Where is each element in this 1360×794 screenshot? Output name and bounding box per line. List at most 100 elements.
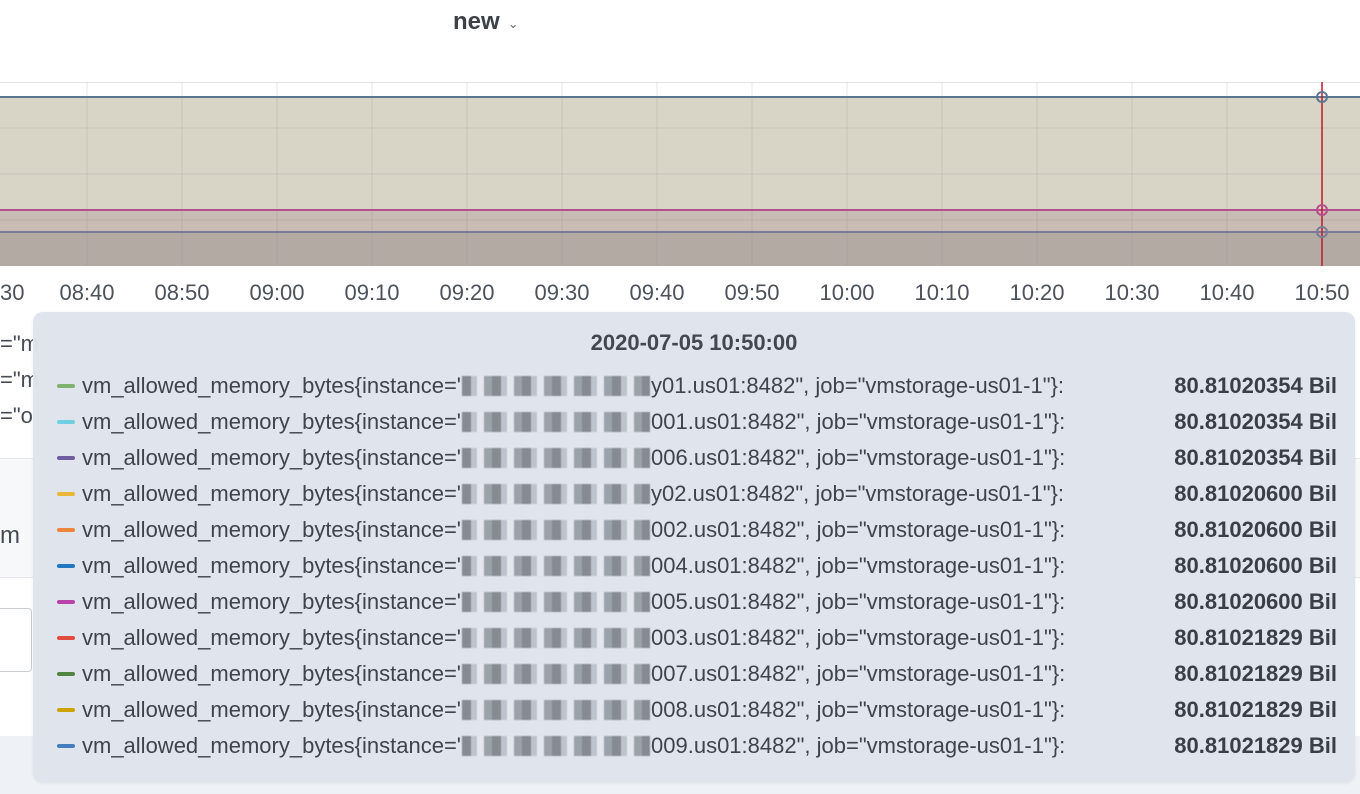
series-color-swatch xyxy=(57,384,75,388)
series-color-swatch xyxy=(57,600,75,604)
tooltip-row: vm_allowed_memory_bytes{instance=' 007.us… xyxy=(57,656,1337,692)
series-name: vm_allowed_memory_bytes{instance=' 007.us… xyxy=(82,661,1065,687)
series-name: vm_allowed_memory_bytes{instance=' 005.us… xyxy=(82,589,1065,615)
series-name-suffix: y02.us01:8482", job="vmstorage-us01-1"}: xyxy=(651,481,1064,506)
x-tick-label: 10:50 xyxy=(1294,280,1350,305)
series-name: vm_allowed_memory_bytes{instance=' y02.us… xyxy=(82,481,1064,507)
x-tick-label: 09:00 xyxy=(249,280,305,305)
redacted-hostname xyxy=(462,376,651,396)
series-name-suffix: y01.us01:8482", job="vmstorage-us01-1"}: xyxy=(651,373,1064,398)
tooltip-row: vm_allowed_memory_bytes{instance=' 001.us… xyxy=(57,404,1337,440)
dashboard-selector[interactable]: new ⌄ xyxy=(453,4,519,40)
series-color-swatch xyxy=(57,492,75,496)
redacted-hostname xyxy=(462,592,651,612)
tooltip-row: vm_allowed_memory_bytes{instance=' y02.us… xyxy=(57,476,1337,512)
redacted-hostname xyxy=(462,412,651,432)
series-name-prefix: vm_allowed_memory_bytes{instance=' xyxy=(82,625,462,650)
label-fragment: m xyxy=(0,522,20,549)
series-name: vm_allowed_memory_bytes{instance=' 001.us… xyxy=(82,409,1065,435)
graph-tooltip: 2020-07-05 10:50:00 vm_allowed_memory_by… xyxy=(33,312,1355,782)
tooltip-timestamp: 2020-07-05 10:50:00 xyxy=(590,330,798,355)
series-name-suffix: 008.us01:8482", job="vmstorage-us01-1"}: xyxy=(651,697,1066,722)
series-name-suffix: 006.us01:8482", job="vmstorage-us01-1"}: xyxy=(651,445,1066,470)
series-name-prefix: vm_allowed_memory_bytes{instance=' xyxy=(82,733,462,758)
series-value: 80.81020354 Bil xyxy=(1174,445,1337,470)
series-name-prefix: vm_allowed_memory_bytes{instance=' xyxy=(82,517,462,542)
redacted-hostname xyxy=(462,520,651,540)
input-field-behind[interactable] xyxy=(0,608,32,672)
tooltip-row: vm_allowed_memory_bytes{instance=' 002.us… xyxy=(57,512,1337,548)
series-name-prefix: vm_allowed_memory_bytes{instance=' xyxy=(82,409,462,434)
series-name-prefix: vm_allowed_memory_bytes{instance=' xyxy=(82,481,462,506)
series-name: vm_allowed_memory_bytes{instance=' 004.us… xyxy=(82,553,1065,579)
series-name-suffix: 005.us01:8482", job="vmstorage-us01-1"}: xyxy=(651,589,1066,614)
redacted-hostname xyxy=(462,700,651,720)
redacted-hostname xyxy=(462,448,651,468)
redacted-hostname xyxy=(462,556,651,576)
series-color-swatch xyxy=(57,456,75,460)
x-tick-label: 30 xyxy=(0,280,25,305)
redacted-hostname xyxy=(462,484,651,504)
tooltip-row: vm_allowed_memory_bytes{instance=' 005.us… xyxy=(57,584,1337,620)
series-name: vm_allowed_memory_bytes{instance=' y01.us… xyxy=(82,373,1064,399)
series-name-suffix: 003.us01:8482", job="vmstorage-us01-1"}: xyxy=(651,625,1066,650)
x-tick-label: 10:10 xyxy=(914,280,970,305)
series-name: vm_allowed_memory_bytes{instance=' 006.us… xyxy=(82,445,1065,471)
x-tick-label: 09:40 xyxy=(629,280,685,305)
series-name-prefix: vm_allowed_memory_bytes{instance=' xyxy=(82,589,462,614)
series-name-suffix: 007.us01:8482", job="vmstorage-us01-1"}: xyxy=(651,661,1066,686)
tooltip-row: vm_allowed_memory_bytes{instance=' y01.us… xyxy=(57,368,1337,404)
x-tick-label: 09:30 xyxy=(534,280,590,305)
series-value: 80.81020600 Bil xyxy=(1174,589,1337,614)
series-value: 80.81021829 Bil xyxy=(1174,661,1337,686)
series-value: 80.81021829 Bil xyxy=(1174,625,1337,650)
series-value: 80.81020354 Bil xyxy=(1174,409,1337,434)
tooltip-row: vm_allowed_memory_bytes{instance=' 003.us… xyxy=(57,620,1337,656)
series-color-swatch xyxy=(57,636,75,640)
graph-panel[interactable] xyxy=(0,82,1360,266)
series-name-suffix: 002.us01:8482", job="vmstorage-us01-1"}: xyxy=(651,517,1066,542)
series-value: 80.81021829 Bil xyxy=(1174,697,1337,722)
series-value: 80.81020354 Bil xyxy=(1174,373,1337,398)
series-color-swatch xyxy=(57,564,75,568)
chevron-down-icon: ⌄ xyxy=(507,16,519,31)
series-area xyxy=(0,232,1360,266)
dashboard-title: new xyxy=(453,8,500,35)
tooltip-series-list: vm_allowed_memory_bytes{instance=' y01.us… xyxy=(57,368,1337,764)
series-value: 80.81020600 Bil xyxy=(1174,517,1337,542)
dashboard-page: new ⌄ 30 08:40 08:50 09:00 09:10 09:20 09:30 09… xyxy=(0,0,1360,794)
series-color-swatch xyxy=(57,708,75,712)
series-value: 80.81020600 Bil xyxy=(1174,553,1337,578)
x-tick-label: 10:20 xyxy=(1009,280,1065,305)
series-name-prefix: vm_allowed_memory_bytes{instance=' xyxy=(82,553,462,578)
graph-svg[interactable] xyxy=(0,82,1360,266)
redacted-hostname xyxy=(462,664,651,684)
tooltip-row: vm_allowed_memory_bytes{instance=' 009.us… xyxy=(57,728,1337,764)
tooltip-row: vm_allowed_memory_bytes{instance=' 004.us… xyxy=(57,548,1337,584)
series-name-prefix: vm_allowed_memory_bytes{instance=' xyxy=(82,373,462,398)
series-color-swatch xyxy=(57,528,75,532)
tooltip-row: vm_allowed_memory_bytes{instance=' 006.us… xyxy=(57,440,1337,476)
x-tick-label: 10:40 xyxy=(1199,280,1255,305)
series-name-suffix: 004.us01:8482", job="vmstorage-us01-1"}: xyxy=(651,553,1066,578)
x-tick-label: 09:50 xyxy=(724,280,780,305)
x-axis: 30 08:40 08:50 09:00 09:10 09:20 09:30 09:40 09:… xyxy=(0,276,1360,306)
series-name-prefix: vm_allowed_memory_bytes{instance=' xyxy=(82,445,462,470)
series-color-swatch xyxy=(57,672,75,676)
series-color-swatch xyxy=(57,744,75,748)
series-value: 80.81020600 Bil xyxy=(1174,481,1337,506)
series-name: vm_allowed_memory_bytes{instance=' 009.us… xyxy=(82,733,1065,759)
x-tick-label: 09:20 xyxy=(439,280,495,305)
x-tick-label: 09:10 xyxy=(344,280,400,305)
tooltip-row: vm_allowed_memory_bytes{instance=' 008.us… xyxy=(57,692,1337,728)
series-name: vm_allowed_memory_bytes{instance=' 008.us… xyxy=(82,697,1065,723)
series-name-prefix: vm_allowed_memory_bytes{instance=' xyxy=(82,697,462,722)
redacted-hostname xyxy=(462,628,651,648)
x-tick-label: 10:00 xyxy=(819,280,875,305)
series-color-swatch xyxy=(57,420,75,424)
series-name-suffix: 001.us01:8482", job="vmstorage-us01-1"}: xyxy=(651,409,1066,434)
series-name-prefix: vm_allowed_memory_bytes{instance=' xyxy=(82,661,462,686)
redacted-hostname xyxy=(462,736,651,756)
x-tick-label: 08:40 xyxy=(59,280,115,305)
series-name: vm_allowed_memory_bytes{instance=' 003.us… xyxy=(82,625,1065,651)
